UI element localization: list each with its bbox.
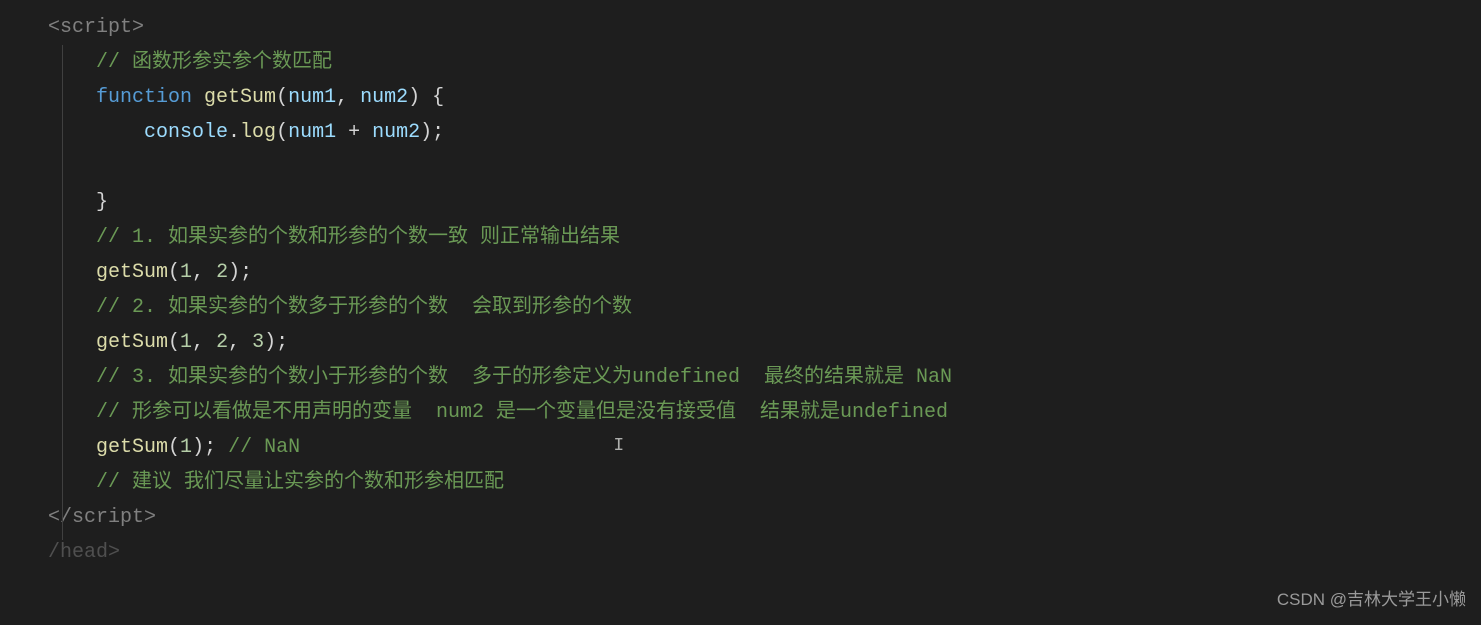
paren: ) <box>420 121 432 144</box>
semicolon: ; <box>240 261 252 284</box>
comment-line: // 形参可以看做是不用声明的变量 num2 是一个变量但是没有接受值 结果就是… <box>96 401 948 424</box>
script-close-tag: </script> <box>48 506 156 529</box>
function-call: getSum <box>96 331 168 354</box>
paren: ( <box>168 331 180 354</box>
head-close-tag: /head> <box>48 541 120 564</box>
comma: , <box>336 86 360 109</box>
variable: num2 <box>372 121 420 144</box>
param: num2 <box>360 86 408 109</box>
watermark-text: CSDN @吉林大学王小懒 <box>1277 585 1466 615</box>
console-object: console <box>144 121 228 144</box>
paren: ) <box>228 261 240 284</box>
comment-inline: // NaN <box>228 436 300 459</box>
brace: } <box>96 191 108 214</box>
function-call: getSum <box>96 261 168 284</box>
paren: ( <box>168 436 180 459</box>
number-literal: 1 <box>180 436 192 459</box>
indent-guide <box>62 45 63 540</box>
comma: , <box>192 331 216 354</box>
comma: , <box>192 261 216 284</box>
paren: ) <box>408 86 420 109</box>
function-name: getSum <box>204 86 276 109</box>
function-call: getSum <box>96 436 168 459</box>
variable: num1 <box>288 121 336 144</box>
log-method: log <box>240 121 276 144</box>
paren: ( <box>276 86 288 109</box>
paren: ) <box>192 436 204 459</box>
dot: . <box>228 121 240 144</box>
paren: ( <box>168 261 180 284</box>
text-cursor-icon: I <box>300 431 624 463</box>
comma: , <box>228 331 252 354</box>
function-keyword: function <box>96 86 192 109</box>
code-editor[interactable]: <script> // 函数形参实参个数匹配 function getSum(n… <box>0 10 1481 570</box>
comment-line: // 2. 如果实参的个数多于形参的个数 会取到形参的个数 <box>96 296 632 319</box>
number-literal: 2 <box>216 331 228 354</box>
number-literal: 1 <box>180 261 192 284</box>
number-literal: 1 <box>180 331 192 354</box>
script-open-tag: <script> <box>48 16 144 39</box>
paren: ( <box>276 121 288 144</box>
operator: + <box>336 121 372 144</box>
paren: ) <box>264 331 276 354</box>
comment-line: // 函数形参实参个数匹配 <box>96 51 332 74</box>
number-literal: 3 <box>252 331 264 354</box>
comment-line: // 建议 我们尽量让实参的个数和形参相匹配 <box>96 471 504 494</box>
brace: { <box>432 86 444 109</box>
semicolon: ; <box>204 436 216 459</box>
param: num1 <box>288 86 336 109</box>
semicolon: ; <box>432 121 444 144</box>
semicolon: ; <box>276 331 288 354</box>
comment-line: // 1. 如果实参的个数和形参的个数一致 则正常输出结果 <box>96 226 620 249</box>
comment-line: // 3. 如果实参的个数小于形参的个数 多于的形参定义为undefined 最… <box>96 366 952 389</box>
number-literal: 2 <box>216 261 228 284</box>
